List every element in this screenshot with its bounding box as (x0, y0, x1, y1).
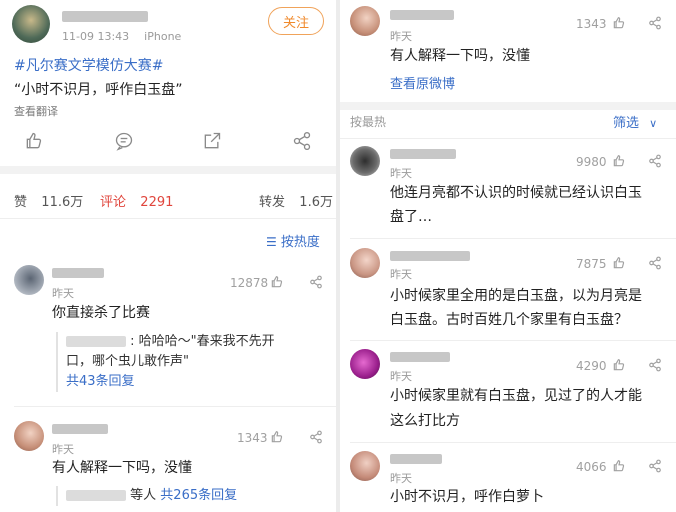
like-icon[interactable] (270, 430, 284, 444)
comment-like-count: 12878 (230, 276, 269, 290)
commenter-name-blurred[interactable] (390, 251, 470, 261)
commenter-avatar[interactable] (14, 265, 44, 295)
comment-text-line-2: 盘了… (390, 209, 432, 225)
sort-icon: ☰ (266, 235, 277, 249)
translate-link[interactable]: 查看翻译 (14, 103, 58, 119)
commenter-name-blurred[interactable] (390, 10, 454, 20)
comment-like-count: 9980 (576, 155, 607, 169)
view-original-link[interactable]: 查看原微博 (390, 73, 455, 92)
commenter-name-blurred[interactable] (390, 454, 442, 464)
reply-prefix: 等人 (130, 488, 157, 503)
like-icon[interactable] (270, 275, 284, 289)
comment-divider (350, 442, 676, 443)
like-icon[interactable] (612, 459, 626, 473)
reply-text-1: : 哈哈哈～"春来我不先开 (130, 334, 275, 349)
likes-label: 赞 (14, 195, 28, 210)
comment-text-line-1: 小时候家里全用的是白玉盘，以为月亮是 (390, 288, 642, 304)
reply-text-2: 口，哪个虫儿敢作声" (66, 354, 189, 369)
comment-divider (14, 406, 336, 407)
follow-button[interactable]: 关注 (268, 7, 324, 35)
comment-text-line-2: 白玉盘。古时百姓几个家里有白玉盘？ (390, 312, 628, 328)
comments-count: 2291 (140, 195, 174, 210)
filter-label: 筛选 (613, 116, 640, 131)
commenter-avatar[interactable] (14, 421, 44, 451)
comment-text: 有人解释一下吗，没懂 (390, 48, 530, 64)
like-icon[interactable] (612, 16, 626, 30)
sort-hot-toggle[interactable]: ☰ 按热度 (266, 231, 320, 250)
reposts-label: 转发 (259, 195, 286, 210)
share-icon[interactable] (648, 256, 662, 270)
left-post-panel: 11-09 13:43 iPhone 关注 #凡尔赛文学模仿大赛# “小时不识月… (0, 0, 336, 512)
post-device: iPhone (144, 30, 182, 43)
poster-avatar[interactable] (12, 5, 50, 43)
post-hashtag[interactable]: #凡尔赛文学模仿大赛# (14, 55, 163, 75)
reply-preview[interactable]: : 哈哈哈～"春来我不先开 口，哪个虫儿敢作声" 共43条回复 (56, 332, 316, 392)
comment-time: 昨天 (390, 30, 412, 43)
comment-text-line-1: 他连月亮都不认识的时候就已经认识白玉 (390, 185, 642, 201)
post-timestamp: 11-09 13:43 (62, 30, 130, 43)
replier-name-blurred[interactable] (66, 336, 126, 347)
section-separator (0, 166, 336, 174)
comment-text-line-1: 小时不识月，呼作白萝卜 (390, 489, 544, 505)
comment-icon[interactable] (114, 131, 134, 151)
reposts-count: 1.6万 (299, 195, 333, 210)
sort-hot-label: 按热度 (280, 235, 320, 250)
comment-time: 昨天 (390, 370, 412, 383)
post-meta: 11-09 13:43 iPhone (62, 30, 181, 43)
replier-name-blurred[interactable] (66, 490, 126, 501)
like-icon[interactable] (612, 154, 626, 168)
reposts-stat[interactable]: 转发 1.6万 (259, 191, 333, 210)
commenter-avatar[interactable] (350, 6, 380, 36)
comment-divider (350, 340, 676, 341)
share-icon[interactable] (309, 430, 323, 444)
filter-button[interactable]: 筛选 ∨ (613, 112, 657, 131)
comment-divider (350, 238, 676, 239)
comment-time: 昨天 (390, 167, 412, 180)
likes-stat[interactable]: 赞 11.6万 (14, 191, 83, 210)
right-comments-panel: 昨天 1343 有人解释一下吗，没懂 查看原微博 按最热 筛选 ∨ 昨天 998… (340, 0, 676, 512)
comment-like-count: 1343 (576, 17, 607, 31)
stats-divider (0, 218, 336, 219)
commenter-name-blurred[interactable] (390, 149, 456, 159)
comment-time: 昨天 (390, 268, 412, 281)
poster-name-blurred[interactable] (62, 11, 148, 22)
comment-like-count: 1343 (237, 431, 268, 445)
commenter-avatar[interactable] (350, 349, 380, 379)
like-icon[interactable] (612, 358, 626, 372)
commenter-avatar[interactable] (350, 248, 380, 278)
comment-text: 你直接杀了比赛 (52, 305, 150, 321)
comment-like-count: 4290 (576, 359, 607, 373)
like-icon[interactable] (612, 256, 626, 270)
commenter-avatar[interactable] (350, 451, 380, 481)
more-replies-link[interactable]: 共43条回复 (66, 372, 316, 392)
share-icon[interactable] (648, 16, 662, 30)
like-icon[interactable] (24, 131, 44, 151)
share-icon[interactable] (648, 459, 662, 473)
chevron-down-icon: ∨ (649, 117, 658, 130)
reply-preview[interactable]: 等人 共265条回复 (56, 486, 316, 506)
comment-like-count: 7875 (576, 257, 607, 271)
section-separator (340, 102, 676, 110)
commenter-name-blurred[interactable] (52, 424, 108, 434)
header-divider (340, 138, 676, 139)
comment-text-line-2: 这么打比方 (390, 413, 460, 429)
comment-time: 昨天 (52, 287, 74, 300)
commenter-name-blurred[interactable] (52, 268, 104, 278)
comments-stat[interactable]: 评论 2291 (100, 191, 173, 210)
share-icon[interactable] (309, 275, 323, 289)
comment-text: 有人解释一下吗，没懂 (52, 460, 192, 476)
share-icon[interactable] (648, 154, 662, 168)
post-text: “小时不识月，呼作白玉盘” (14, 82, 183, 98)
comment-like-count: 4066 (576, 460, 607, 474)
comment-text-line-1: 小时候家里就有白玉盘，见过了的人才能 (390, 388, 642, 404)
share-icon[interactable] (292, 131, 312, 151)
comments-label: 评论 (100, 195, 127, 210)
sort-hottest-label[interactable]: 按最热 (350, 113, 386, 130)
repost-icon[interactable] (202, 131, 222, 151)
likes-count: 11.6万 (41, 195, 84, 210)
commenter-avatar[interactable] (350, 146, 380, 176)
more-replies-link[interactable]: 共265条回复 (160, 488, 237, 503)
commenter-name-blurred[interactable] (390, 352, 450, 362)
share-icon[interactable] (648, 358, 662, 372)
